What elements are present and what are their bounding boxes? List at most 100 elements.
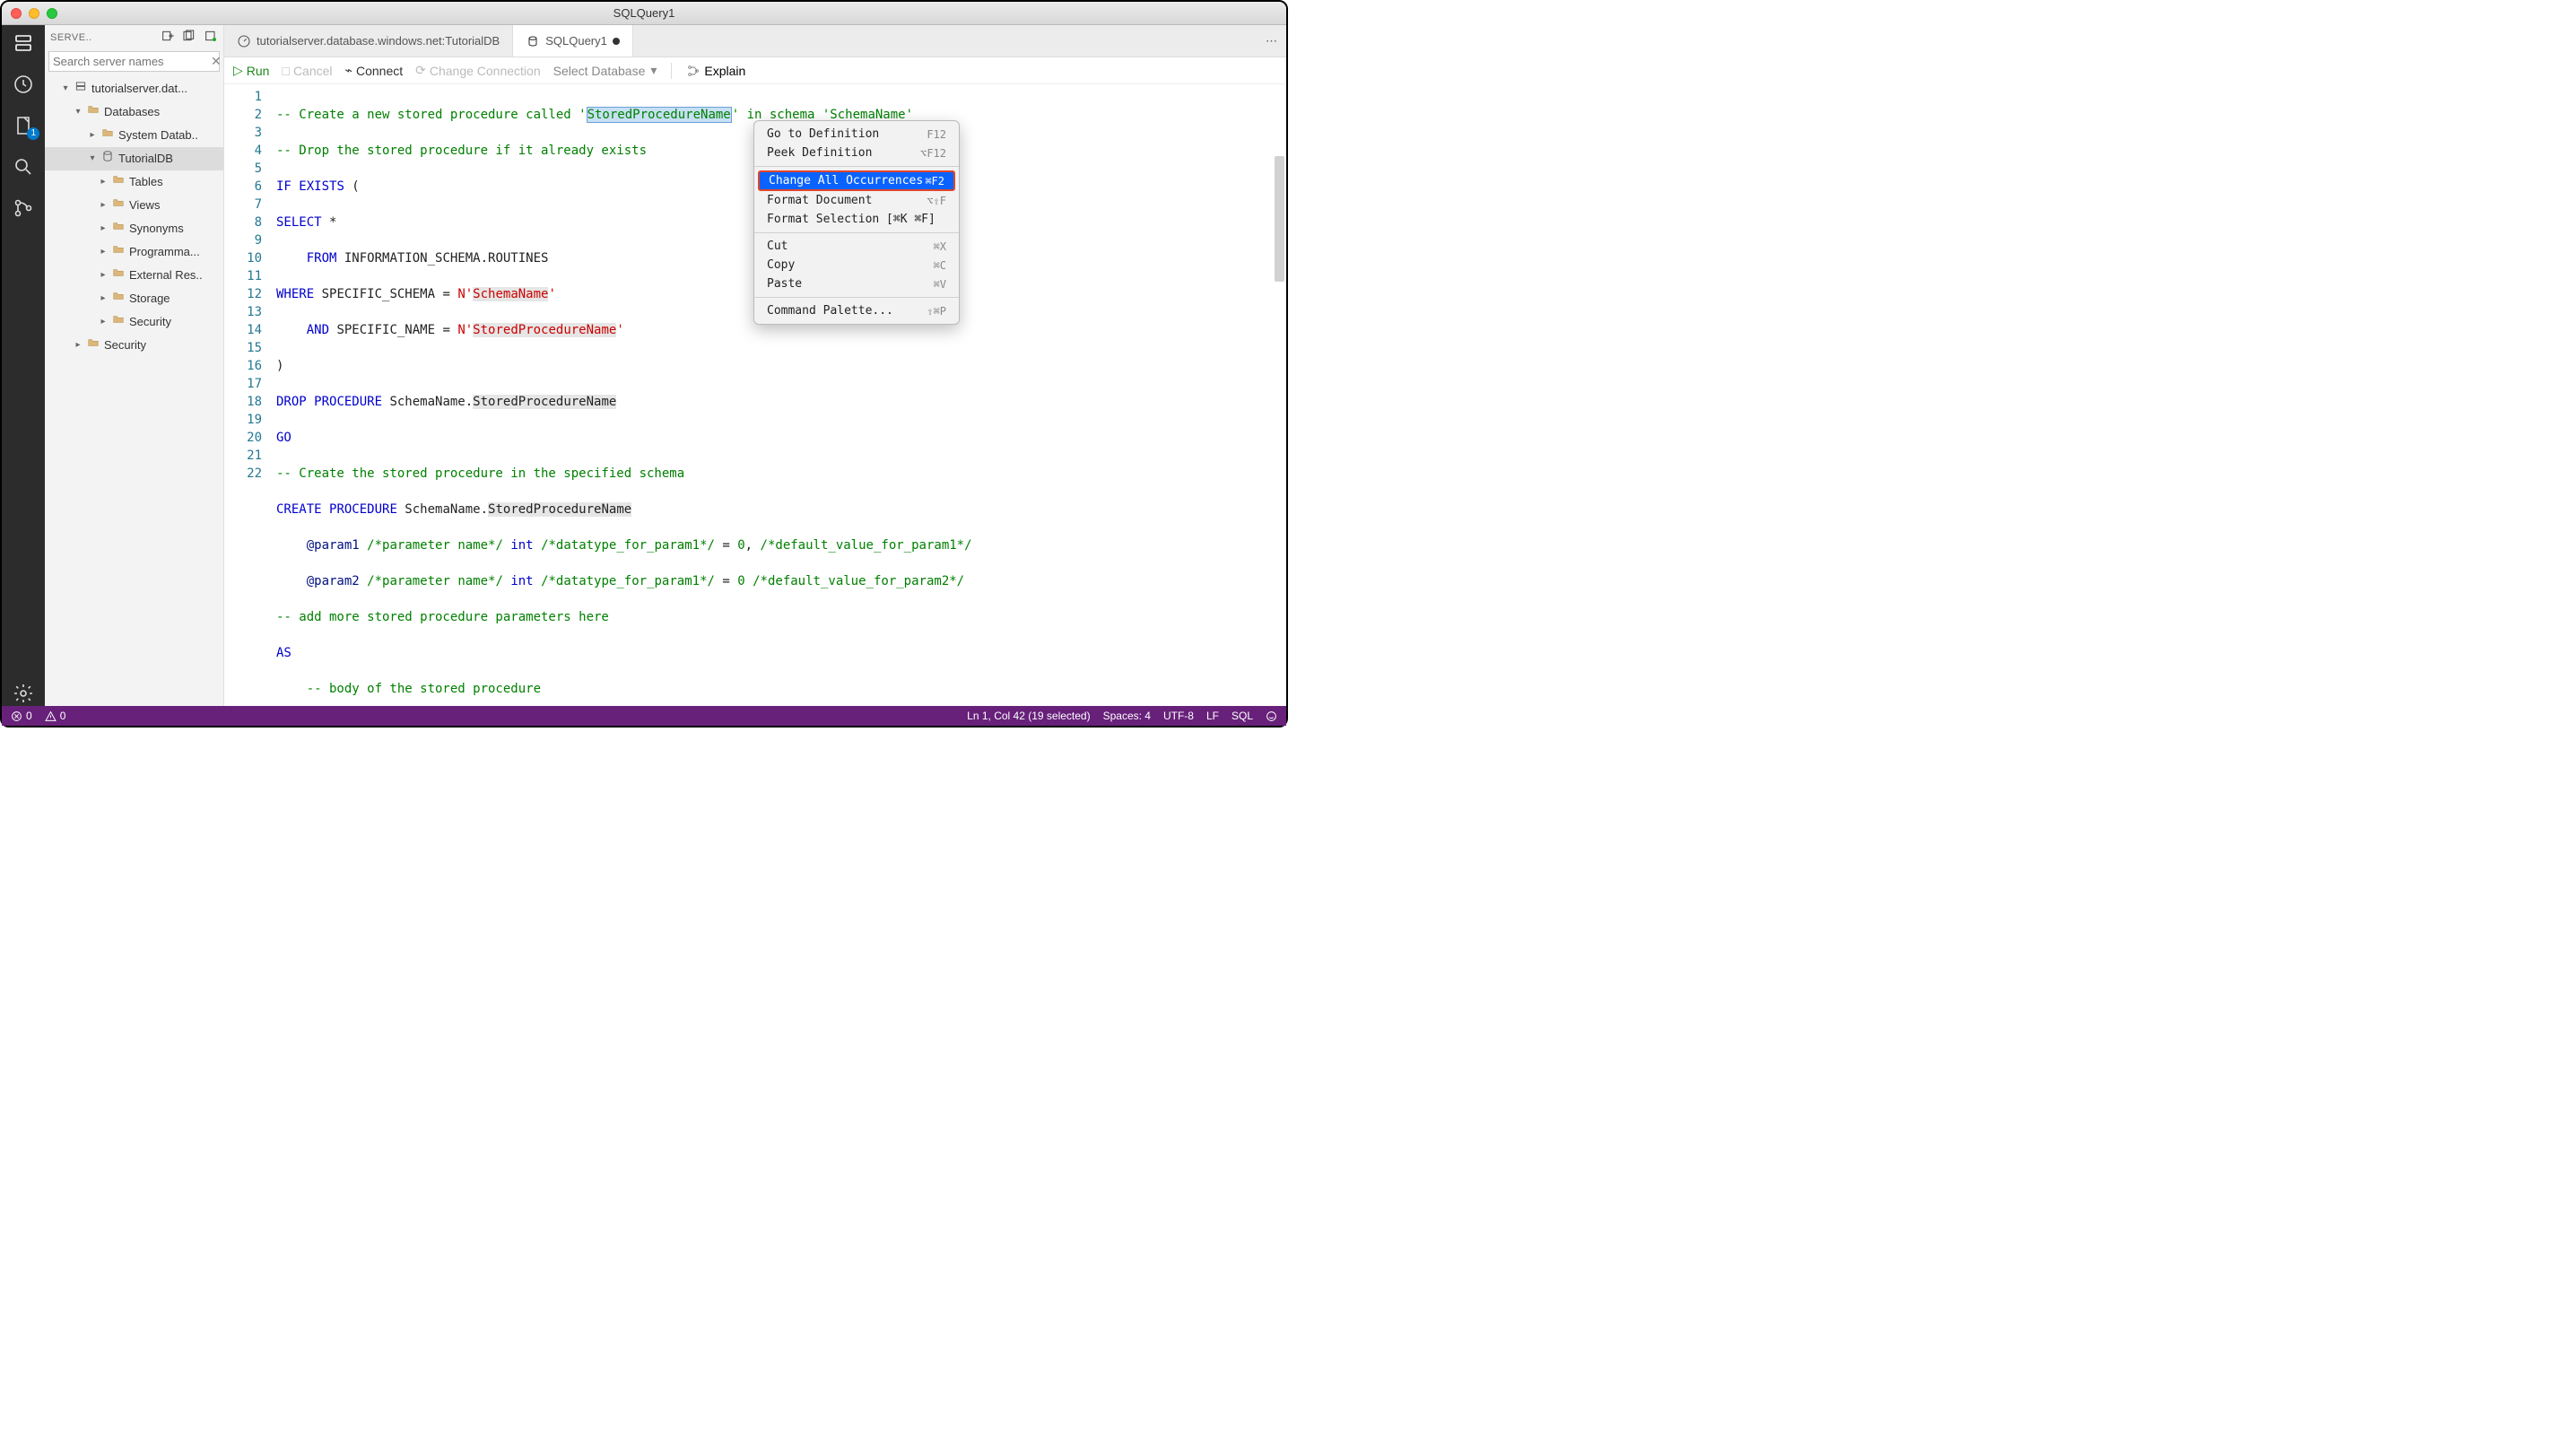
new-group-icon[interactable]: [182, 29, 196, 46]
run-label: Run: [247, 64, 270, 78]
connect-label: Connect: [356, 64, 403, 78]
expand-icon[interactable]: ▸: [88, 126, 97, 145]
folder-icon: [86, 335, 100, 355]
tree-label: TutorialDB: [118, 149, 173, 169]
sidebar-title: SERVE..: [50, 32, 92, 43]
status-errors[interactable]: 0: [11, 710, 32, 722]
ctx-format-document[interactable]: Format Document ⌥⇧F: [754, 191, 959, 210]
tree-label: Tables: [129, 172, 163, 192]
databases-tree-item[interactable]: ▾ Databases: [45, 100, 223, 124]
status-language[interactable]: SQL: [1231, 710, 1253, 722]
tree-label: Programma...: [129, 242, 200, 262]
tree-label: Security: [129, 312, 171, 332]
new-connection-icon[interactable]: [161, 29, 175, 46]
ctx-separator: [754, 166, 959, 167]
folder-icon: [111, 266, 126, 285]
expand-icon[interactable]: ▸: [99, 289, 108, 309]
tree-label: Storage: [129, 289, 170, 309]
ctx-change-all-occurrences[interactable]: Change All Occurrences ⌘F2: [758, 170, 955, 191]
status-encoding[interactable]: UTF-8: [1163, 710, 1194, 722]
expand-icon[interactable]: ▸: [99, 219, 108, 239]
search-view-button[interactable]: [11, 154, 36, 179]
clear-search-icon[interactable]: ✕: [211, 54, 222, 69]
views-tree-item[interactable]: ▸ Views: [45, 194, 223, 217]
explain-label: Explain: [704, 64, 745, 78]
status-warnings[interactable]: 0: [45, 710, 66, 722]
ctx-separator: [754, 232, 959, 233]
ctx-paste[interactable]: Paste ⌘V: [754, 274, 959, 293]
source-control-view-button[interactable]: [11, 196, 36, 221]
tables-tree-item[interactable]: ▸ Tables: [45, 170, 223, 194]
expand-icon[interactable]: ▸: [99, 196, 108, 215]
tree-label: External Res..: [129, 266, 203, 285]
expand-icon[interactable]: ▸: [99, 266, 108, 285]
expand-icon[interactable]: ▸: [99, 242, 108, 262]
editor-scrollbar[interactable]: [1275, 156, 1284, 282]
synonyms-tree-item[interactable]: ▸ Synonyms: [45, 217, 223, 240]
ctx-goto-definition[interactable]: Go to Definition F12: [754, 125, 959, 144]
context-menu: Go to Definition F12 Peek Definition ⌥F1…: [753, 120, 960, 325]
storage-tree-item[interactable]: ▸ Storage: [45, 287, 223, 310]
database-icon: [100, 149, 115, 169]
server-security-tree-item[interactable]: ▸ Security: [45, 334, 223, 357]
history-view-button[interactable]: [11, 72, 36, 97]
expand-icon[interactable]: ▸: [74, 335, 83, 355]
db-security-tree-item[interactable]: ▸ Security: [45, 310, 223, 334]
ctx-peek-definition[interactable]: Peek Definition ⌥F12: [754, 144, 959, 162]
servers-view-button[interactable]: [11, 30, 36, 56]
editor-area[interactable]: 12345678910111213141516171819202122 -- C…: [224, 84, 1286, 706]
folder-icon: [86, 102, 100, 122]
window-title: SQLQuery1: [614, 6, 675, 20]
select-database-dropdown[interactable]: Select Database ▾: [553, 63, 657, 78]
change-icon: ⟳: [415, 63, 426, 78]
change-connection-button[interactable]: ⟳ Change Connection: [415, 63, 541, 78]
activity-bar: 1: [2, 25, 45, 706]
expand-icon[interactable]: ▾: [88, 149, 97, 169]
tree-label: System Datab..: [118, 126, 198, 145]
settings-button[interactable]: [11, 681, 36, 706]
expand-icon[interactable]: ▾: [74, 102, 83, 122]
explain-button[interactable]: Explain: [686, 64, 745, 78]
maximize-window-button[interactable]: [47, 8, 57, 19]
tutorialdb-tree-item[interactable]: ▾ TutorialDB: [45, 147, 223, 170]
tree-label: Views: [129, 196, 160, 215]
explorer-view-button[interactable]: 1: [11, 113, 36, 138]
dashboard-tab[interactable]: tutorialserver.database.windows.net:Tuto…: [224, 25, 513, 57]
server-icon: [74, 79, 88, 99]
tree-label: Security: [104, 335, 146, 355]
status-eol[interactable]: LF: [1206, 710, 1219, 722]
cancel-button[interactable]: □ Cancel: [282, 64, 332, 78]
system-databases-tree-item[interactable]: ▸ System Datab..: [45, 124, 223, 147]
folder-icon: [111, 172, 126, 192]
external-resources-tree-item[interactable]: ▸ External Res..: [45, 264, 223, 287]
ctx-copy[interactable]: Copy ⌘C: [754, 256, 959, 274]
cancel-label: Cancel: [293, 64, 333, 78]
minimize-window-button[interactable]: [29, 8, 39, 19]
connect-button[interactable]: ⌁ Connect: [345, 63, 404, 78]
folder-icon: [100, 126, 115, 145]
toolbar-separator: [671, 63, 672, 79]
expand-icon[interactable]: ▸: [99, 172, 108, 192]
status-indentation[interactable]: Spaces: 4: [1103, 710, 1151, 722]
ctx-cut[interactable]: Cut ⌘X: [754, 237, 959, 256]
ctx-format-selection[interactable]: Format Selection [⌘K ⌘F]: [754, 210, 959, 229]
editor-tabbar: tutorialserver.database.windows.net:Tuto…: [224, 25, 1286, 57]
status-feedback-icon[interactable]: [1266, 710, 1277, 722]
expand-icon[interactable]: ▸: [99, 312, 108, 332]
tab-label: SQLQuery1: [545, 34, 607, 48]
sqlquery-tab[interactable]: SQLQuery1: [513, 25, 633, 57]
expand-icon[interactable]: ▾: [61, 79, 70, 99]
server-tree-item[interactable]: ▾ tutorialserver.dat...: [45, 77, 223, 100]
folder-icon: [111, 312, 126, 332]
tab-more-button[interactable]: ⋯: [1257, 25, 1286, 57]
server-search-box[interactable]: ✕: [48, 51, 220, 72]
ctx-command-palette[interactable]: Command Palette... ⇧⌘P: [754, 301, 959, 320]
run-button[interactable]: ▷ Run: [233, 63, 269, 78]
close-window-button[interactable]: [11, 8, 22, 19]
explorer-badge: 1: [27, 127, 39, 140]
programmability-tree-item[interactable]: ▸ Programma...: [45, 240, 223, 264]
show-active-connections-icon[interactable]: [204, 29, 218, 46]
status-cursor-position[interactable]: Ln 1, Col 42 (19 selected): [967, 710, 1090, 722]
chevron-down-icon: ▾: [650, 63, 657, 78]
server-search-input[interactable]: [53, 55, 211, 68]
